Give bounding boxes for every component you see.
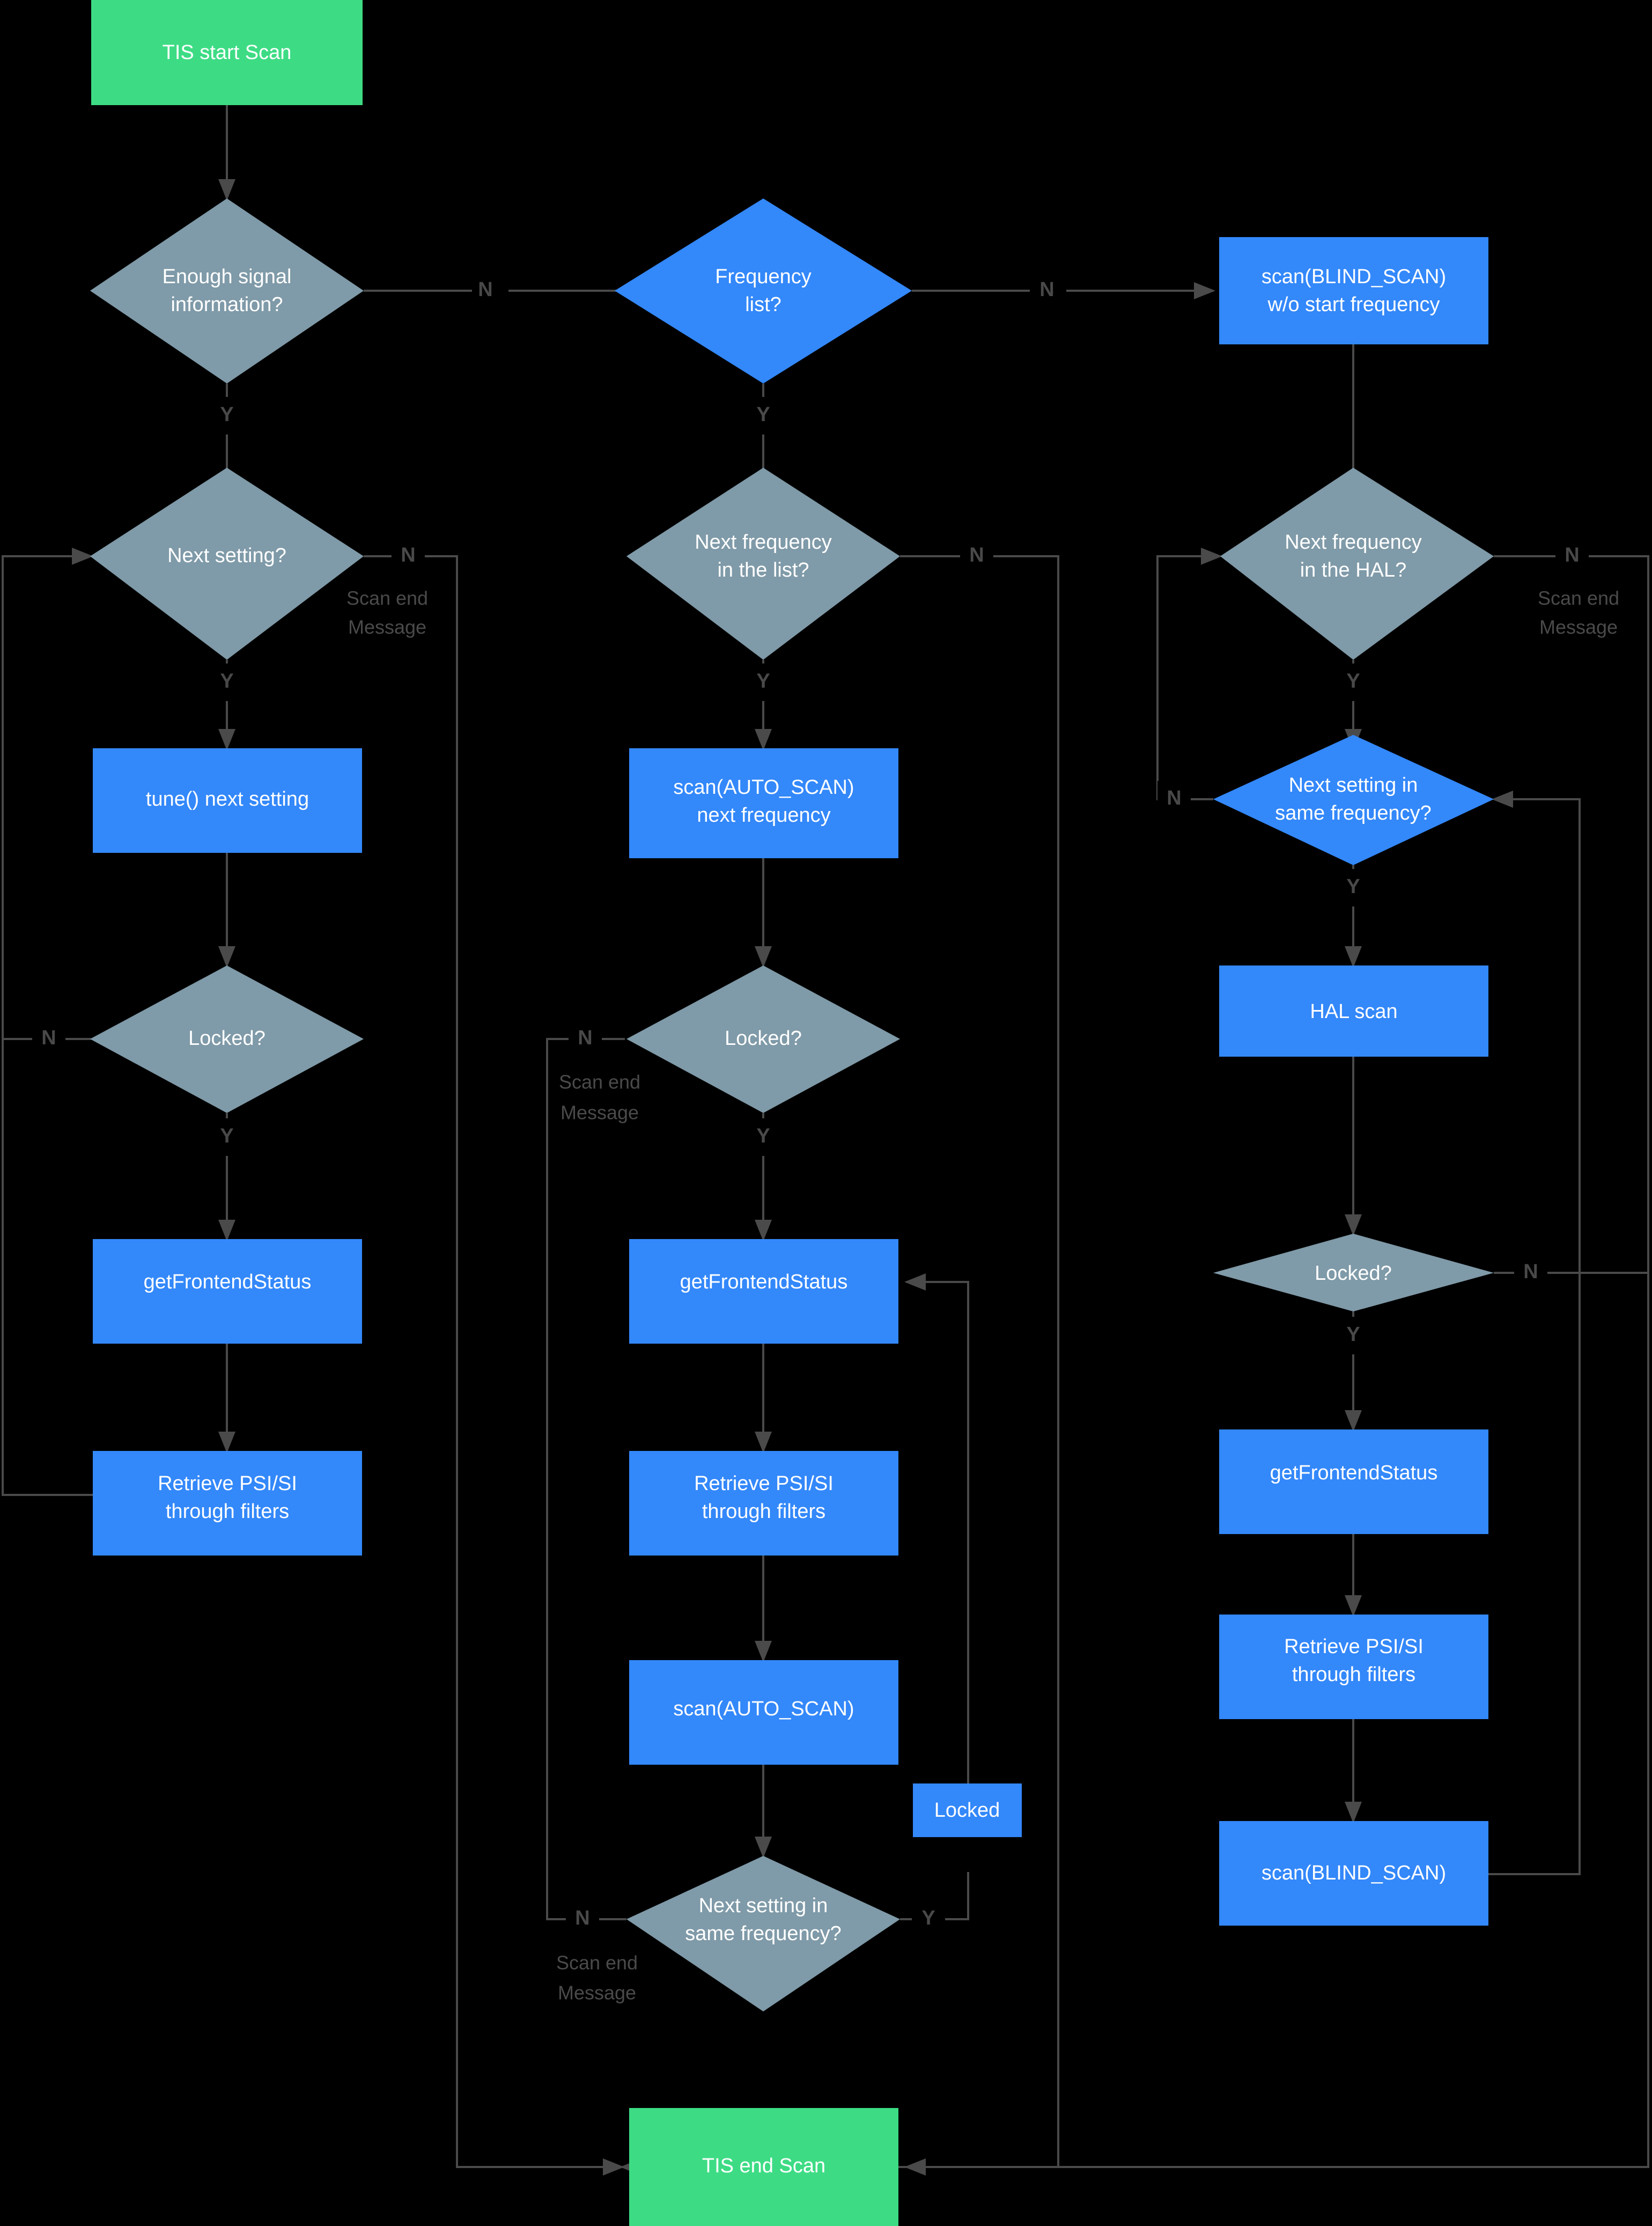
node-locked-right[interactable]: Locked? <box>1213 1234 1494 1311</box>
node-hal-scan-label: HAL scan <box>1310 1000 1397 1023</box>
edge-label-n8: N <box>578 1027 592 1049</box>
node-next-frequency-in-the-list[interactable]: Next frequency in the list? <box>626 468 900 660</box>
node-retrieve-left-line1: Retrieve PSI/SI <box>158 1472 297 1495</box>
node-next-freq-hal-line1: Next frequency <box>1285 531 1422 554</box>
node-next-setting-same-freq-right-line1: Next setting in <box>1289 774 1418 797</box>
node-hal-scan[interactable]: HAL scan <box>1219 965 1488 1057</box>
flowchart-canvas: N N Y Y N N N Y Y Y N Y N N Y Y N Y N Y … <box>0 0 1652 2226</box>
node-retrieve-right-line2: through filters <box>1292 1663 1415 1686</box>
node-retrieve-psi-si-right[interactable]: Retrieve PSI/SI through filters <box>1219 1615 1488 1719</box>
node-next-setting-same-freq-right-line2: same frequency? <box>1275 802 1432 824</box>
edge-label-n5: N <box>1565 544 1579 566</box>
edge-label-n-locked-right: N <box>1523 1261 1538 1283</box>
edge-label-n2: N <box>1039 278 1054 301</box>
node-next-freq-hal-line2: in the HAL? <box>1300 559 1407 581</box>
node-tis-end-scan[interactable]: TIS end Scan <box>629 2108 898 2226</box>
edge-label-y6: Y <box>1346 875 1360 898</box>
node-scan-auto-scan-next-frequency[interactable]: scan(AUTO_SCAN) next frequency <box>629 748 898 858</box>
node-locked-right-label: Locked? <box>1315 1262 1392 1285</box>
edge-locked-badge-to-status-mid <box>904 1273 969 1818</box>
edge-scan-blind-loop <box>1488 791 1581 1875</box>
node-retrieve-mid-line2: through filters <box>702 1500 825 1523</box>
edge-next-setting-same-freq-right-no <box>1156 548 1222 800</box>
edge-label-y3: Y <box>220 670 233 692</box>
node-get-status-mid-label: getFrontendStatus <box>680 1271 848 1293</box>
node-retrieve-right-line1: Retrieve PSI/SI <box>1284 1635 1424 1658</box>
edge-label-n1: N <box>478 278 492 301</box>
node-next-setting-same-freq-mid-line2: same frequency? <box>685 1922 842 1945</box>
node-get-frontend-status-right[interactable]: getFrontendStatus <box>1219 1429 1488 1534</box>
node-tune-next-setting-label: tune() next setting <box>146 788 309 810</box>
node-scan-blind-scan[interactable]: scan(BLIND_SCAN) <box>1219 1821 1488 1926</box>
node-get-frontend-status-left[interactable]: getFrontendStatus <box>93 1239 362 1344</box>
node-retrieve-psi-si-left[interactable]: Retrieve PSI/SI through filters <box>93 1451 362 1556</box>
node-locked-badge-label: Locked <box>934 1799 1000 1822</box>
node-next-freq-list-line2: in the list? <box>717 559 809 581</box>
node-enough-signal-line2: information? <box>171 293 283 316</box>
node-tis-start-scan[interactable]: TIS start Scan <box>91 0 363 105</box>
node-get-frontend-status-mid[interactable]: getFrontendStatus <box>629 1239 898 1344</box>
node-blind-scan-wo-start-line1: scan(BLIND_SCAN) <box>1262 266 1446 288</box>
note-scan-end-right-line1: Scan end <box>1538 587 1619 609</box>
edge-label-y5: Y <box>1346 670 1360 692</box>
node-scan-auto-next-freq-line2: next frequency <box>697 804 830 827</box>
node-scan-blind-scan-wo-start-frequency[interactable]: scan(BLIND_SCAN) w/o start frequency <box>1219 237 1488 344</box>
node-tis-end-scan-label: TIS end Scan <box>702 2155 825 2177</box>
edge-label-n4: N <box>969 544 984 566</box>
node-next-setting-in-same-frequency-right[interactable]: Next setting in same frequency? <box>1213 735 1494 865</box>
node-scan-auto-next-freq-line1: scan(AUTO_SCAN) <box>673 776 854 799</box>
node-tune-next-setting[interactable]: tune() next setting <box>93 748 362 853</box>
node-tis-start-scan-label: TIS start Scan <box>163 41 292 64</box>
edge-label-y2: Y <box>756 403 770 426</box>
node-locked-mid[interactable]: Locked? <box>626 965 900 1113</box>
note-scan-end-mid2-line2: Message <box>558 1982 636 2004</box>
edge-label-y-same-freq-mid: Y <box>921 1907 935 1929</box>
node-frequency-list-line2: list? <box>745 293 781 316</box>
edge-label-y7: Y <box>220 1125 233 1147</box>
node-next-setting-label: Next setting? <box>167 544 286 567</box>
node-scan-blind-label: scan(BLIND_SCAN) <box>1262 1862 1446 1884</box>
node-enough-signal-line1: Enough signal <box>163 266 292 288</box>
edge-locked-mid-no <box>546 1038 626 1920</box>
node-scan-auto-scan[interactable]: scan(AUTO_SCAN) <box>629 1660 898 1765</box>
edge-label-n7: N <box>41 1027 56 1049</box>
edge-label-y4: Y <box>756 670 770 692</box>
node-blind-scan-wo-start-line2: w/o start frequency <box>1267 293 1440 316</box>
note-scan-end-left-line1: Scan end <box>346 587 428 609</box>
node-next-frequency-in-the-hal[interactable]: Next frequency in the HAL? <box>1220 468 1494 660</box>
edge-label-y8: Y <box>756 1125 770 1147</box>
node-next-setting-in-same-frequency-mid[interactable]: Next setting in same frequency? <box>626 1856 900 2011</box>
node-retrieve-left-line2: through filters <box>166 1500 289 1523</box>
edge-label-n-same-freq-mid: N <box>575 1907 589 1929</box>
node-scan-auto-label: scan(AUTO_SCAN) <box>673 1698 854 1720</box>
edge-label-n3: N <box>401 544 415 566</box>
note-scan-end-right-line2: Message <box>1539 616 1618 638</box>
node-locked-badge[interactable]: Locked <box>913 1783 1022 1837</box>
edge-label-y1: Y <box>220 403 233 426</box>
node-next-freq-list-line1: Next frequency <box>695 531 832 554</box>
node-locked-left[interactable]: Locked? <box>90 965 364 1113</box>
node-enough-signal-information[interactable]: Enough signal information? <box>90 198 364 384</box>
node-locked-mid-label: Locked? <box>725 1027 802 1050</box>
edge-label-y9: Y <box>1346 1323 1360 1346</box>
note-scan-end-mid-line2: Message <box>560 1102 639 1124</box>
edge-label-n6: N <box>1167 787 1181 809</box>
node-frequency-list-line1: Frequency <box>715 266 812 288</box>
note-scan-end-mid-line1: Scan end <box>559 1071 640 1093</box>
node-next-setting-same-freq-mid-line1: Next setting in <box>699 1895 828 1917</box>
node-retrieve-psi-si-mid[interactable]: Retrieve PSI/SI through filters <box>629 1451 898 1556</box>
note-scan-end-mid2-line1: Scan end <box>556 1952 638 1974</box>
node-get-status-right-label: getFrontendStatus <box>1270 1462 1438 1484</box>
node-retrieve-mid-line1: Retrieve PSI/SI <box>694 1472 834 1495</box>
node-next-setting[interactable]: Next setting? <box>90 468 364 660</box>
node-frequency-list[interactable]: Frequency list? <box>615 198 912 384</box>
node-locked-left-label: Locked? <box>188 1027 266 1050</box>
node-get-status-left-label: getFrontendStatus <box>144 1271 312 1293</box>
note-scan-end-left-line2: Message <box>348 616 426 638</box>
